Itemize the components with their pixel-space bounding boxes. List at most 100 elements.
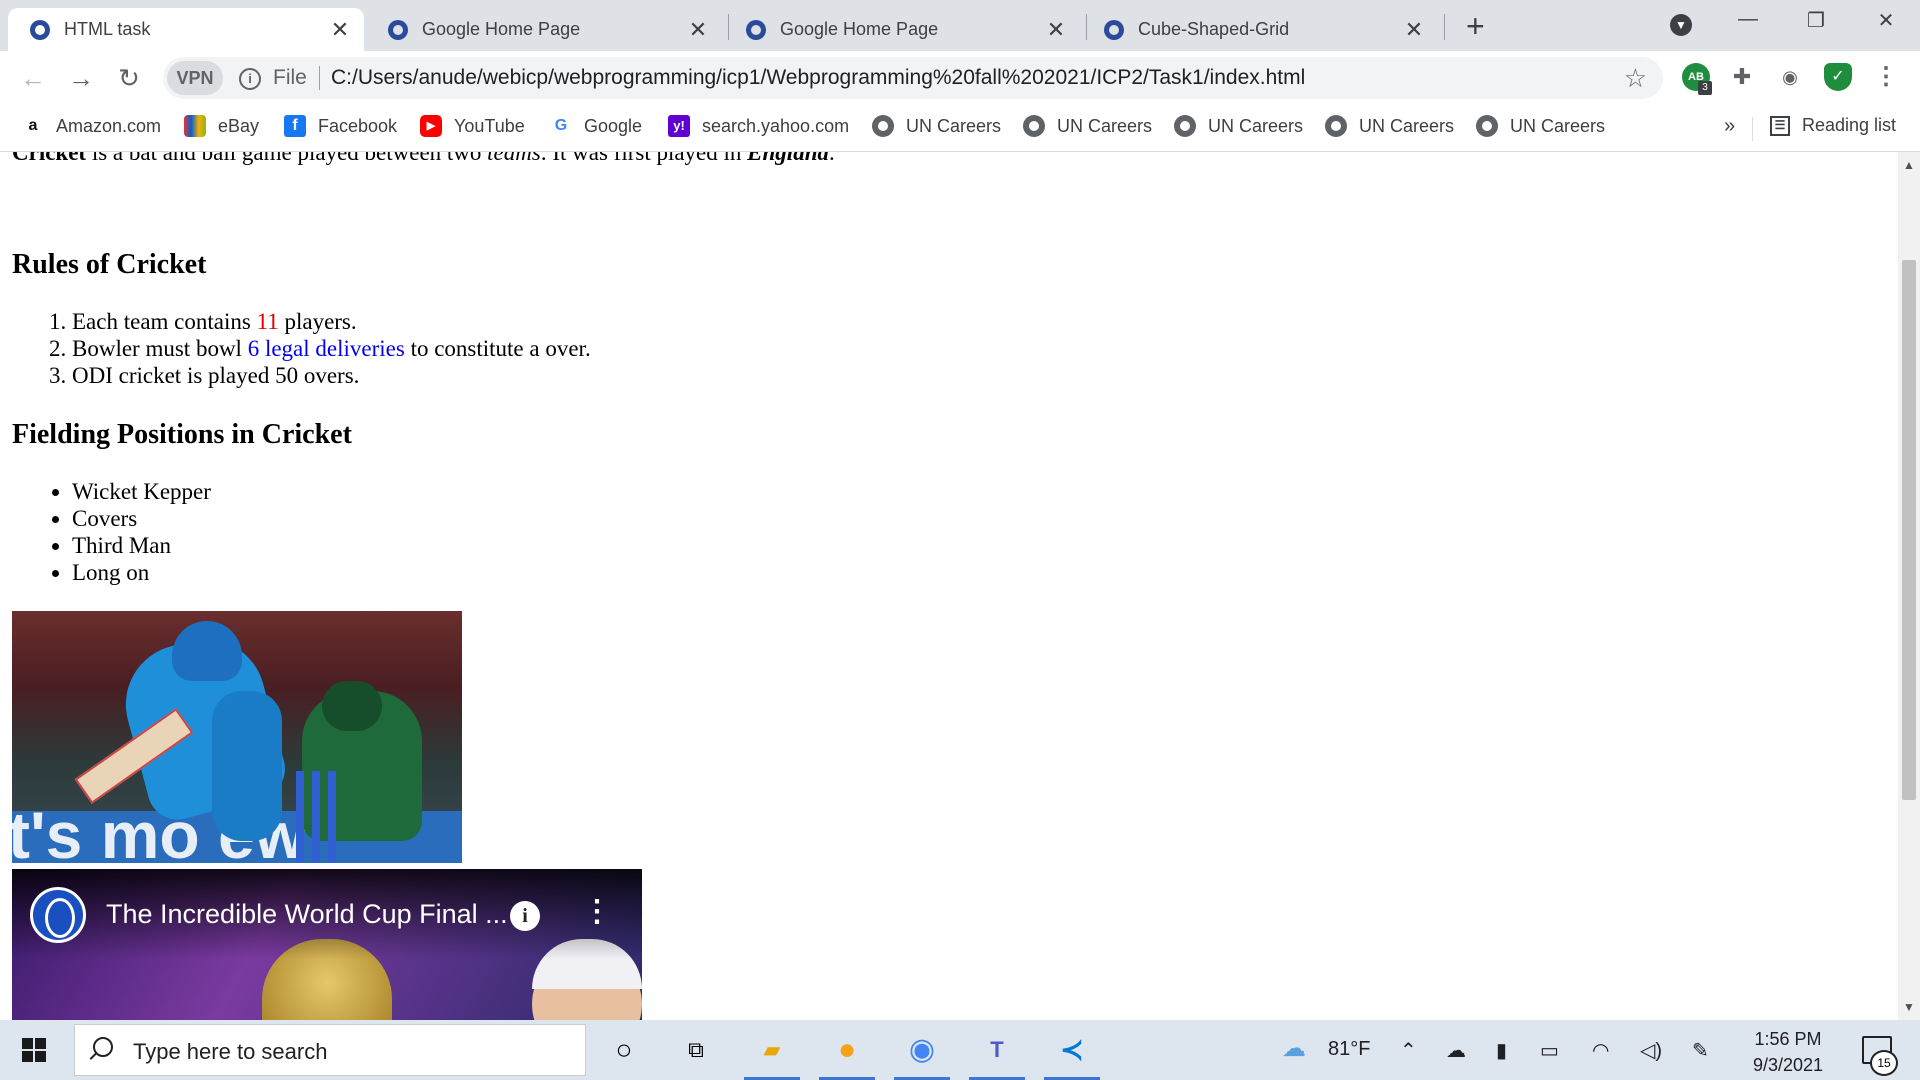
extensions-puzzle-icon[interactable]: ✚ — [1728, 63, 1756, 91]
scroll-down-icon[interactable]: ▼ — [1903, 1000, 1915, 1014]
browser-app-icon[interactable]: ● — [827, 1030, 867, 1070]
cortana-icon[interactable]: ○ — [604, 1030, 644, 1070]
address-bar[interactable]: VPN i File C:/Users/anude/webicp/webprog… — [163, 57, 1663, 99]
scrollbar-thumb[interactable] — [1902, 260, 1916, 800]
taskbar-clock[interactable]: 1:56 PM 9/3/2021 — [1750, 1026, 1826, 1078]
list-item: Wicket Kepper — [72, 478, 211, 505]
globe-icon — [1325, 115, 1347, 137]
bookmarks-bar: a Amazon.com eBay f Facebook ▶ YouTube G… — [0, 105, 1920, 152]
volume-icon[interactable]: ◁) — [1640, 1038, 1662, 1063]
bookmark-label: UN Careers — [1359, 115, 1455, 136]
windows-taskbar: Type here to search ○ ⧉ ▰ ● ◉ T ≺ ☁ 81°F… — [0, 1020, 1920, 1080]
bookmark-facebook[interactable]: f Facebook — [284, 115, 397, 137]
video-title[interactable]: The Incredible World Cup Final ... — [106, 899, 508, 930]
wifi-icon[interactable]: ◠ — [1592, 1038, 1609, 1063]
onedrive-icon[interactable]: ☁ — [1446, 1038, 1466, 1063]
intro-text: . — [829, 152, 835, 165]
close-icon[interactable]: ✕ — [686, 17, 710, 43]
bookmarks-overflow-button[interactable]: » — [1724, 115, 1735, 138]
weather-temp[interactable]: 81°F — [1328, 1038, 1370, 1061]
keeper-head — [322, 681, 382, 731]
bookmark-un-careers[interactable]: UN Careers — [1476, 115, 1605, 137]
weather-icon[interactable]: ☁ — [1282, 1034, 1306, 1063]
windows-start-icon[interactable] — [22, 1038, 46, 1062]
bookmark-ebay[interactable]: eBay — [184, 115, 259, 137]
bookmark-un-careers[interactable]: UN Careers — [1023, 115, 1152, 137]
bookmark-label: Facebook — [318, 115, 398, 136]
tab-divider — [1444, 14, 1445, 40]
bookmark-google[interactable]: G Google — [550, 115, 642, 137]
youtube-icon: ▶ — [420, 115, 442, 137]
forward-icon[interactable]: → — [66, 63, 96, 94]
file-explorer-icon[interactable]: ▰ — [752, 1030, 792, 1070]
back-icon[interactable]: ← — [18, 63, 48, 94]
profile-icon[interactable]: ◉ — [1776, 63, 1804, 91]
bookmark-amazon[interactable]: a Amazon.com — [22, 115, 162, 137]
fielding-list: Wicket Kepper Covers Third Man Long on — [40, 478, 211, 586]
shield-icon[interactable]: ✓ — [1824, 63, 1852, 91]
bookmark-un-careers[interactable]: UN Careers — [1174, 115, 1303, 137]
reading-list-button[interactable]: ☰ Reading list — [1770, 115, 1896, 136]
vpn-badge[interactable]: VPN — [167, 61, 223, 95]
globe-icon — [746, 19, 766, 40]
bookmark-label: YouTube — [454, 115, 525, 136]
rules-heading: Rules of Cricket — [12, 249, 207, 280]
video-menu-icon[interactable]: ⋮ — [582, 897, 612, 927]
rule-text: Each team contains — [72, 309, 257, 334]
globe-icon — [30, 19, 50, 40]
video-embed[interactable]: The Incredible World Cup Final ... i ⋮ — [12, 869, 642, 1020]
tab-cube-grid[interactable]: Cube-Shaped-Grid ✕ — [1082, 8, 1438, 51]
bookmark-label: UN Careers — [1208, 115, 1304, 136]
batter-legs — [212, 691, 282, 841]
chrome-icon[interactable]: ◉ — [902, 1030, 942, 1070]
teams-icon[interactable]: T — [977, 1030, 1017, 1070]
close-icon[interactable]: ✕ — [1402, 17, 1426, 43]
scroll-up-icon[interactable]: ▲ — [1903, 158, 1915, 172]
bookmark-un-careers[interactable]: UN Careers — [872, 115, 1001, 137]
close-icon[interactable]: ✕ — [1044, 17, 1068, 43]
menu-kebab-icon[interactable]: ⋮ — [1872, 63, 1900, 91]
minimize-icon[interactable]: — — [1728, 8, 1768, 31]
bookmark-youtube[interactable]: ▶ YouTube — [420, 115, 525, 137]
bookmark-label: Amazon.com — [56, 115, 162, 136]
bookmarks-divider — [1752, 117, 1753, 141]
scheme-label: File — [273, 66, 307, 89]
clock-time: 1:56 PM — [1754, 1029, 1822, 1049]
taskbar-search-box[interactable]: Type here to search — [74, 1024, 586, 1076]
list-item: Bowler must bowl 6 legal deliveries to c… — [72, 335, 591, 362]
close-icon[interactable]: ✕ — [328, 17, 352, 43]
bookmark-label: Google — [584, 115, 643, 136]
reload-icon[interactable]: ↻ — [114, 63, 144, 94]
tab-html-task[interactable]: HTML task ✕ — [8, 8, 364, 51]
show-hidden-icons-icon[interactable]: ⌃ — [1400, 1038, 1417, 1063]
url-text[interactable]: C:/Users/anude/webicp/webprogramming/icp… — [331, 66, 1305, 90]
video-info-icon[interactable]: i — [510, 901, 540, 931]
list-item: Each team contains 11 players. — [72, 308, 591, 335]
bookmark-un-careers[interactable]: UN Careers — [1325, 115, 1454, 137]
channel-logo-icon[interactable] — [30, 887, 86, 943]
bookmark-label: UN Careers — [906, 115, 1002, 136]
info-icon[interactable]: i — [239, 68, 261, 90]
globe-icon — [872, 115, 894, 137]
vscode-icon[interactable]: ≺ — [1052, 1030, 1092, 1070]
tab-google-home-1[interactable]: Google Home Page ✕ — [366, 8, 722, 51]
task-view-icon[interactable]: ⧉ — [676, 1030, 716, 1070]
microphone-icon[interactable]: ▮ — [1496, 1038, 1507, 1063]
restore-icon[interactable]: ❐ — [1796, 8, 1836, 33]
bookmark-yahoo[interactable]: y! search.yahoo.com — [668, 115, 849, 137]
rule-link[interactable]: 6 legal deliveries — [248, 336, 405, 361]
fielding-heading: Fielding Positions in Cricket — [12, 419, 352, 450]
battery-icon[interactable]: ▭ — [1540, 1038, 1559, 1063]
globe-icon — [1104, 19, 1124, 40]
bookmark-star-icon[interactable]: ☆ — [1624, 63, 1647, 94]
new-tab-button[interactable]: + — [1466, 10, 1485, 42]
list-item: ODI cricket is played 50 overs. — [72, 362, 591, 389]
window-close-icon[interactable]: ✕ — [1866, 8, 1906, 33]
bookmark-label: eBay — [218, 115, 260, 136]
tab-search-icon[interactable]: ▼ — [1670, 14, 1692, 36]
pen-icon[interactable]: ✎ — [1692, 1038, 1709, 1063]
tab-google-home-2[interactable]: Google Home Page ✕ — [724, 8, 1080, 51]
page-scrollbar[interactable]: ▲ ▼ — [1898, 152, 1920, 1020]
rule-text: Bowler must bowl — [72, 336, 248, 361]
bookmark-label: search.yahoo.com — [702, 115, 850, 136]
